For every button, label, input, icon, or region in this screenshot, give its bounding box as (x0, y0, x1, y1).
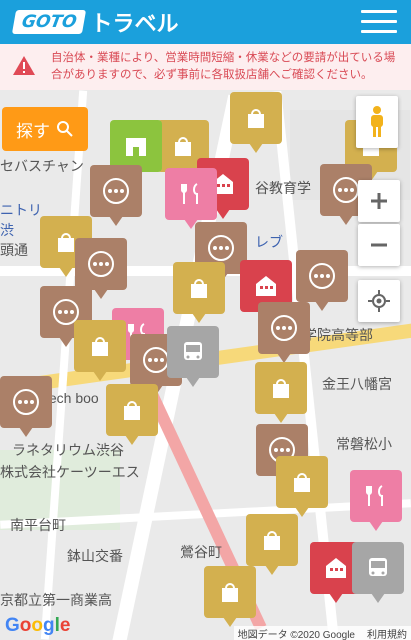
logo-travel: トラベル (90, 12, 179, 37)
bus-marker[interactable] (167, 326, 219, 387)
bus-marker[interactable] (352, 542, 404, 603)
terms-link[interactable]: 利用規約 (367, 626, 407, 640)
map-label: 頭通 (0, 242, 28, 258)
map-label: レブ (255, 234, 283, 250)
shop-marker[interactable] (106, 384, 158, 445)
search-button[interactable]: 探す (2, 107, 88, 151)
other-marker[interactable] (75, 238, 127, 299)
minus-icon (371, 243, 387, 247)
google-logo: Google (5, 615, 71, 636)
shop-marker[interactable] (230, 92, 282, 153)
other-marker[interactable] (90, 165, 142, 226)
restaurant-marker[interactable] (350, 470, 402, 531)
map-label: ニトリ (0, 202, 42, 218)
warning-icon (13, 56, 35, 75)
map-attribution: 地図データ ©2020 Google 利用規約 (233, 626, 411, 640)
restaurant-marker[interactable] (165, 168, 217, 229)
street-view-pegman-icon[interactable] (356, 96, 398, 148)
map-label: tech boo (45, 390, 99, 406)
shop-marker[interactable] (246, 514, 298, 575)
shop-marker[interactable] (204, 566, 256, 627)
search-icon (57, 121, 73, 137)
map-label: 常磐松小 (336, 436, 392, 452)
shop-marker[interactable] (173, 262, 225, 323)
shop-marker[interactable] (276, 456, 328, 517)
search-button-label: 探す (16, 121, 50, 142)
hamburger-menu-icon[interactable] (361, 8, 397, 36)
map-label: 渋 (0, 222, 14, 238)
other-marker[interactable] (258, 302, 310, 363)
map-label: 南平台町 (10, 517, 66, 533)
map-label: 鶯谷町 (180, 544, 222, 560)
other-marker[interactable] (0, 376, 52, 437)
map-label: セバスチャン (0, 158, 84, 174)
app-header: GOTO トラベル (0, 0, 411, 44)
map-label: 株式会社ケーツーエス (0, 464, 140, 480)
map-data-credit: 地図データ ©2020 Google (237, 629, 355, 640)
map-label: ラネタリウム渋谷 (12, 442, 124, 458)
map-label: 鉢山交番 (67, 548, 123, 564)
notice-text: 自治体・業種により、営業時間短縮・休業などの要請が出ている場合がありますので、必… (51, 52, 396, 81)
map-canvas[interactable]: セバスチャン ニトリ 渋 頭通 谷教育学 レブ 学院高等部 金王八幡宮 tech… (0, 90, 411, 640)
my-location-button[interactable] (358, 280, 400, 322)
shop-marker[interactable] (255, 362, 307, 423)
notice-banner: 自治体・業種により、営業時間短縮・休業などの要請が出ている場合がありますので、必… (0, 44, 411, 90)
zoom-out-button[interactable] (358, 224, 400, 266)
map-label: 谷教育学 (255, 180, 311, 196)
goto-travel-logo[interactable]: GOTO トラベル (11, 5, 179, 39)
other-marker[interactable] (296, 250, 348, 311)
map-label: 金王八幡宮 (322, 376, 392, 392)
crosshair-icon (368, 290, 390, 312)
zoom-in-button[interactable] (358, 180, 400, 222)
shop-marker[interactable] (74, 320, 126, 381)
plus-icon (371, 193, 387, 209)
map-label: 京都立第一商業高 (0, 592, 112, 608)
logo-goto: GOTO (11, 10, 87, 34)
map-label: 学院高等部 (303, 327, 373, 343)
